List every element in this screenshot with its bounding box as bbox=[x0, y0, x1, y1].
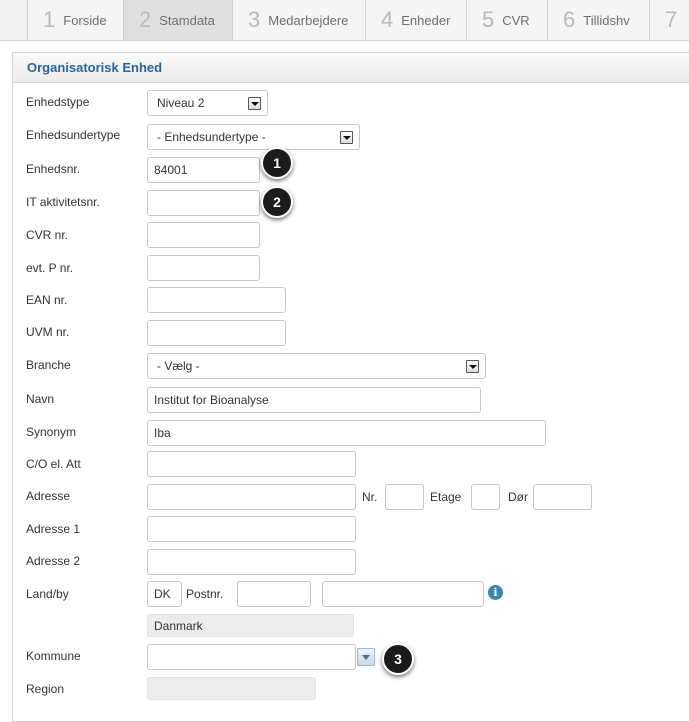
tab-enheder[interactable]: 4 Enheder bbox=[366, 0, 467, 40]
synonym-input[interactable]: Iba bbox=[147, 420, 546, 446]
panel-title: Organisatorisk Enhed bbox=[13, 53, 689, 83]
country-name-field: Danmark bbox=[147, 614, 354, 637]
chevron-down-icon bbox=[340, 131, 353, 144]
enhedsundertype-select[interactable]: - Enhedsundertype - bbox=[147, 124, 360, 150]
adresse-input[interactable] bbox=[147, 484, 356, 510]
enhedstype-value: Niveau 2 bbox=[157, 96, 205, 110]
country-code-input[interactable]: DK bbox=[147, 581, 182, 607]
tab-number: 5 bbox=[482, 7, 495, 32]
p-nr-input[interactable] bbox=[147, 255, 260, 281]
dor-input[interactable] bbox=[533, 484, 592, 510]
navn-input[interactable]: Institut for Bioanalyse bbox=[147, 387, 481, 413]
tab-number: 2 bbox=[139, 7, 152, 32]
tab-number: 1 bbox=[43, 7, 56, 32]
dor-label: Dør bbox=[508, 490, 528, 504]
uvm-nr-input[interactable] bbox=[147, 320, 286, 346]
info-icon[interactable]: i bbox=[488, 585, 503, 600]
chevron-down-icon bbox=[248, 97, 261, 110]
cvr-nr-label: CVR nr. bbox=[26, 228, 69, 242]
tab-7[interactable]: 7 bbox=[650, 0, 689, 40]
nr-input[interactable] bbox=[385, 484, 424, 510]
uvm-nr-label: UVM nr. bbox=[26, 325, 70, 339]
enhedsnr-input[interactable]: 84001 bbox=[147, 157, 260, 183]
adresse-label: Adresse bbox=[26, 489, 71, 503]
adresse1-label: Adresse 1 bbox=[26, 522, 81, 536]
it-aktivitetsnr-label: IT aktivitetsnr. bbox=[26, 195, 100, 209]
kommune-dropdown-button[interactable] bbox=[357, 648, 375, 666]
postnr-input[interactable] bbox=[237, 581, 311, 607]
enhedsundertype-label: Enhedsundertype bbox=[26, 128, 121, 142]
co-att-label: C/O el. Att bbox=[26, 457, 81, 471]
ean-nr-input[interactable] bbox=[147, 287, 286, 313]
cvr-nr-input[interactable] bbox=[147, 222, 260, 248]
tab-number: 4 bbox=[381, 7, 394, 32]
kommune-input[interactable] bbox=[147, 644, 356, 670]
it-aktivitetsnr-input[interactable] bbox=[147, 190, 260, 216]
chevron-down-icon bbox=[466, 360, 479, 373]
postnr-label: Postnr. bbox=[186, 587, 224, 601]
callout-badge-3: 3 bbox=[382, 643, 414, 675]
synonym-label: Synonym bbox=[26, 425, 77, 439]
land-by-label: Land/by bbox=[26, 587, 69, 601]
adresse1-input[interactable] bbox=[147, 516, 356, 542]
tab-cvr[interactable]: 5 CVR bbox=[467, 0, 548, 40]
branche-label: Branche bbox=[26, 358, 71, 372]
kommune-label: Kommune bbox=[26, 649, 81, 663]
etage-label: Etage bbox=[430, 490, 462, 504]
city-input[interactable] bbox=[322, 581, 484, 607]
nr-label: Nr. bbox=[362, 490, 378, 504]
adresse2-label: Adresse 2 bbox=[26, 554, 81, 568]
enhedsundertype-value: - Enhedsundertype - bbox=[157, 130, 266, 144]
tab-number: 3 bbox=[248, 7, 261, 32]
co-att-input[interactable] bbox=[147, 451, 356, 477]
tab-label: Tillidshv bbox=[583, 12, 630, 28]
region-label: Region bbox=[26, 682, 65, 696]
tab-label: Enheder bbox=[401, 12, 451, 28]
region-field bbox=[147, 677, 316, 700]
enhedsnr-label: Enhedsnr. bbox=[26, 162, 81, 176]
tab-label: Medarbejdere bbox=[268, 12, 349, 28]
tab-label: Forside bbox=[63, 12, 107, 28]
enhedstype-select[interactable]: Niveau 2 bbox=[147, 90, 268, 116]
adresse2-input[interactable] bbox=[147, 549, 356, 575]
tab-tillidshv[interactable]: 6 Tillidshv bbox=[548, 0, 650, 40]
enhedstype-label: Enhedstype bbox=[26, 95, 90, 109]
callout-badge-2: 2 bbox=[261, 186, 293, 218]
branche-value: - Vælg - bbox=[157, 359, 200, 373]
tab-label: Stamdata bbox=[159, 12, 215, 28]
ean-nr-label: EAN nr. bbox=[26, 293, 68, 307]
navn-label: Navn bbox=[26, 392, 55, 406]
callout-badge-1: 1 bbox=[261, 147, 293, 179]
branche-select[interactable]: - Vælg - bbox=[147, 353, 486, 379]
tab-stamdata[interactable]: 2 Stamdata bbox=[124, 0, 233, 40]
p-nr-label: evt. P nr. bbox=[26, 261, 74, 275]
tab-number: 6 bbox=[563, 7, 576, 32]
etage-input[interactable] bbox=[471, 484, 500, 510]
tab-number: 7 bbox=[665, 7, 678, 32]
tab-label: CVR bbox=[502, 12, 530, 28]
tab-forside[interactable]: 1 Forside bbox=[27, 0, 124, 40]
wizard-tab-bar: 1 Forside 2 Stamdata 3 Medarbejdere 4 En… bbox=[0, 0, 689, 41]
tab-medarbejdere[interactable]: 3 Medarbejdere bbox=[233, 0, 366, 40]
